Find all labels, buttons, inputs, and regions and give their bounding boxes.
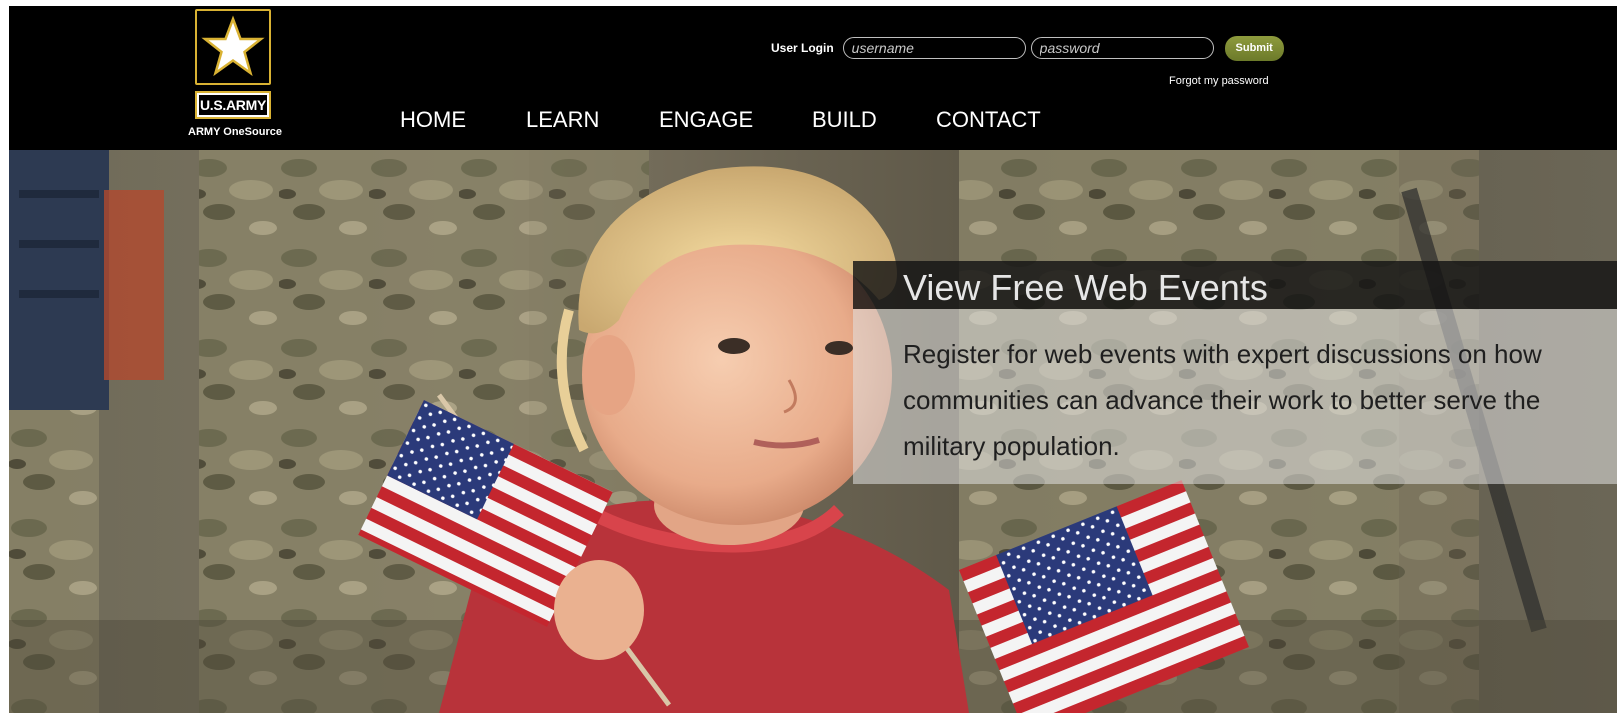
hero-banner[interactable]: View Free Web Events Register for web ev… bbox=[9, 150, 1617, 713]
nav-item-engage[interactable]: ENGAGE bbox=[659, 107, 753, 133]
login-label: User Login bbox=[771, 41, 834, 55]
nav-item-contact[interactable]: CONTACT bbox=[936, 107, 1041, 133]
page-frame: U.S.ARMY ARMY OneSource User Login Submi… bbox=[9, 6, 1617, 713]
forgot-password-link[interactable]: Forgot my password bbox=[1169, 75, 1269, 87]
promo-title-bar[interactable]: View Free Web Events bbox=[853, 261, 1617, 309]
army-logo[interactable]: U.S.ARMY bbox=[195, 9, 275, 119]
password-input[interactable] bbox=[1030, 37, 1214, 59]
star-emblem bbox=[195, 9, 271, 85]
username-input[interactable] bbox=[842, 37, 1026, 59]
star-icon bbox=[201, 15, 265, 77]
nav-item-learn[interactable]: LEARN bbox=[526, 107, 599, 133]
site-header: U.S.ARMY ARMY OneSource User Login Submi… bbox=[9, 6, 1617, 150]
login-form: User Login Submit bbox=[771, 35, 1284, 61]
promo-title[interactable]: View Free Web Events bbox=[903, 267, 1268, 309]
promo-description: Register for web events with expert disc… bbox=[903, 339, 1542, 461]
submit-button[interactable]: Submit bbox=[1224, 35, 1284, 61]
promo-description-box: Register for web events with expert disc… bbox=[853, 309, 1617, 484]
nav-item-build[interactable]: BUILD bbox=[812, 107, 877, 133]
logo-text: U.S.ARMY bbox=[199, 95, 267, 115]
brand-subtitle: ARMY OneSource bbox=[188, 126, 282, 138]
logo-wordmark: U.S.ARMY bbox=[195, 91, 271, 119]
nav-item-home[interactable]: HOME bbox=[400, 107, 466, 133]
